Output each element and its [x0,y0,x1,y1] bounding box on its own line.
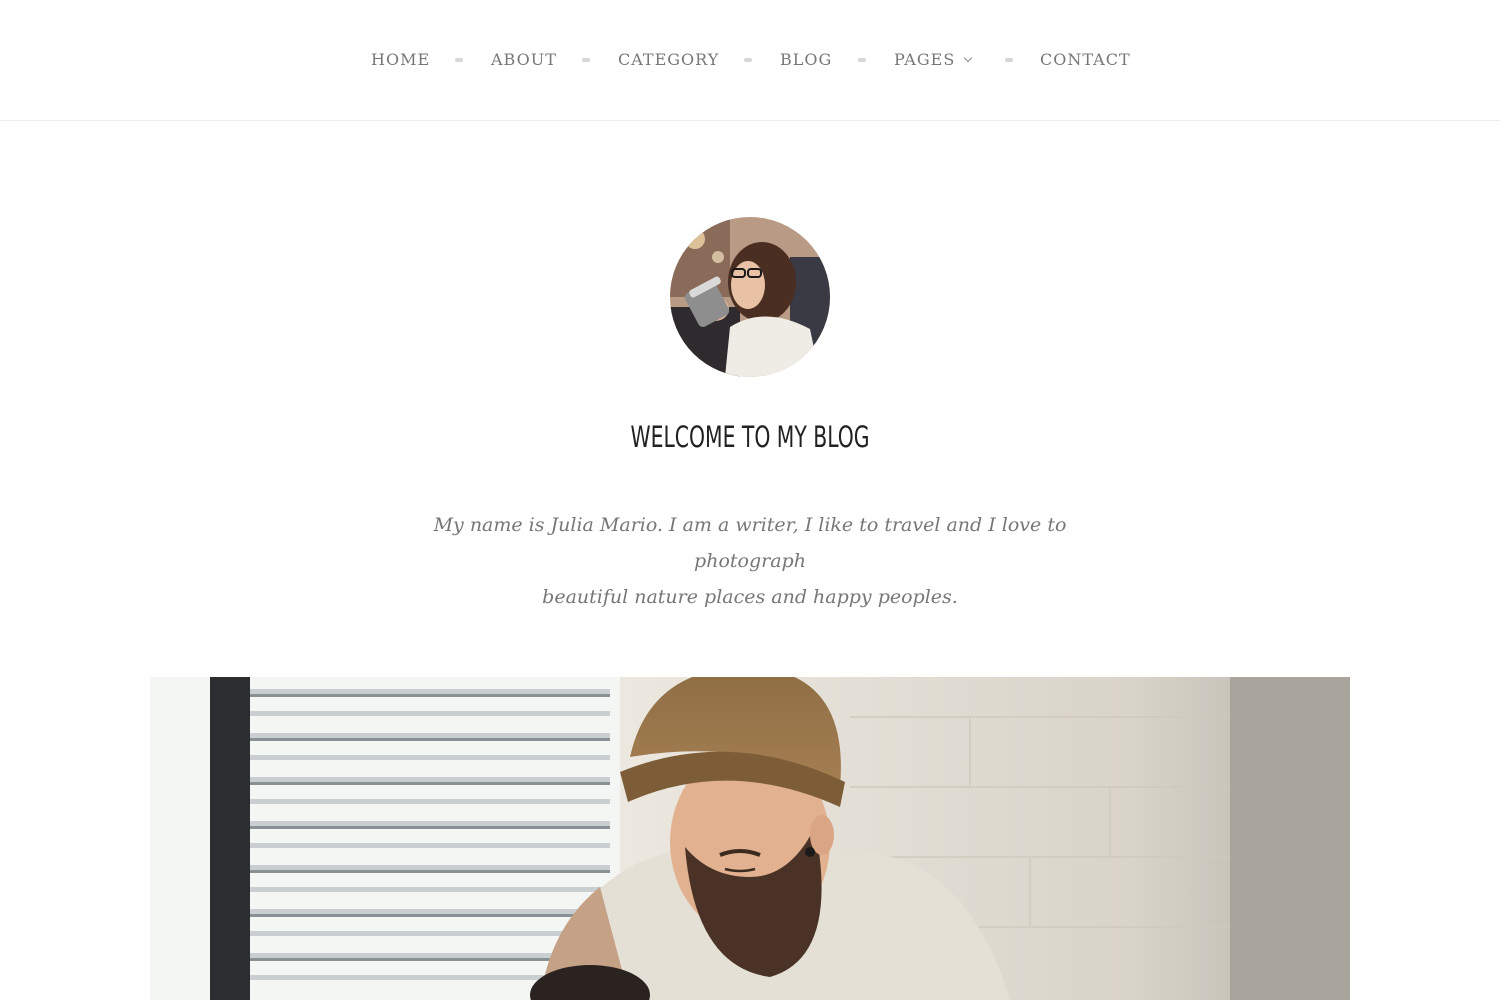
nav-separator [858,58,866,62]
author-avatar [670,217,830,377]
intro-line-2: beautiful nature places and happy people… [542,586,958,608]
nav-item-about[interactable]: ABOUT [491,49,557,71]
nav-separator [455,58,463,62]
chevron-down-icon [964,53,973,63]
page-title: WELCOME TO MY BLOG [630,420,870,454]
nav-separator [744,58,752,62]
nav-item-pages[interactable]: PAGES [894,49,973,71]
nav-item-contact[interactable]: CONTACT [1040,49,1131,71]
nav-item-category[interactable]: CATEGORY [618,49,719,71]
nav-separator [1005,58,1013,62]
featured-post-image[interactable] [150,677,1350,1000]
nav-item-blog[interactable]: BLOG [780,49,832,71]
nav-item-home[interactable]: HOME [371,49,430,71]
intro-line-1: My name is Julia Mario. I am a writer, I… [433,514,1067,572]
nav-separator [582,58,590,62]
main-navigation: HOME ABOUT CATEGORY BLOG PAGES CONTACT [0,0,1500,121]
intro-description: My name is Julia Mario. I am a writer, I… [380,507,1120,615]
nav-item-pages-label: PAGES [894,50,956,69]
